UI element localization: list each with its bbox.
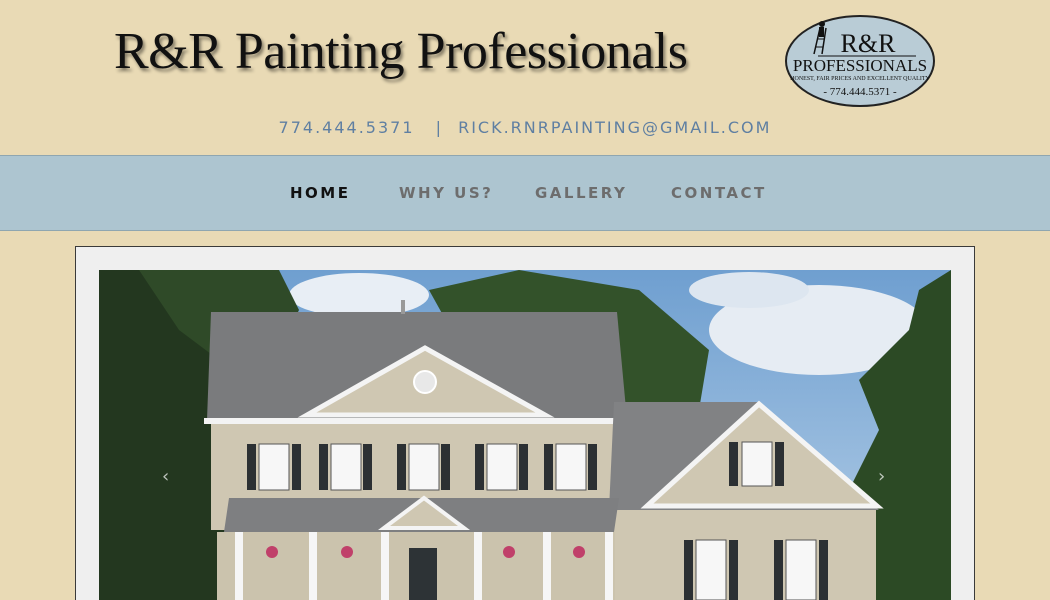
nav-item-contact[interactable]: CONTACT — [671, 184, 767, 202]
logo-phone: - 774.444.5371 - — [823, 86, 897, 98]
phone-link[interactable]: 774.444.5371 — [279, 118, 415, 137]
slider-next-arrow-icon[interactable]: › — [878, 466, 885, 487]
slider-prev-arrow-icon[interactable]: ‹ — [162, 466, 169, 487]
logo-tagline: HONEST, FAIR PRICES AND EXCELLENT QUALIT… — [790, 76, 930, 82]
company-logo[interactable]: R&R PROFESSIONALS HONEST, FAIR PRICES AN… — [784, 14, 936, 108]
logo-line2: PROFESSIONALS — [793, 56, 927, 75]
contact-line: 774.444.5371 | RICK.RNRPAINTING@GMAIL.CO… — [0, 118, 1050, 137]
main-navigation: HOME WHY US? GALLERY CONTACT — [0, 155, 1050, 231]
nav-item-why-us[interactable]: WHY US? — [399, 184, 493, 202]
site-title[interactable]: R&R Painting Professionals — [114, 22, 688, 81]
nav-item-gallery[interactable]: GALLERY — [535, 184, 627, 202]
house-photo — [99, 270, 951, 600]
nav-item-home[interactable]: HOME — [290, 184, 350, 202]
logo-line1: R&R — [841, 29, 897, 58]
site-header: R&R Painting Professionals R&R PROFESSIO… — [0, 0, 1050, 155]
email-link[interactable]: RICK.RNRPAINTING@GMAIL.COM — [458, 118, 771, 137]
contact-separator: | — [435, 118, 443, 137]
image-slider: ‹ › — [75, 246, 975, 600]
